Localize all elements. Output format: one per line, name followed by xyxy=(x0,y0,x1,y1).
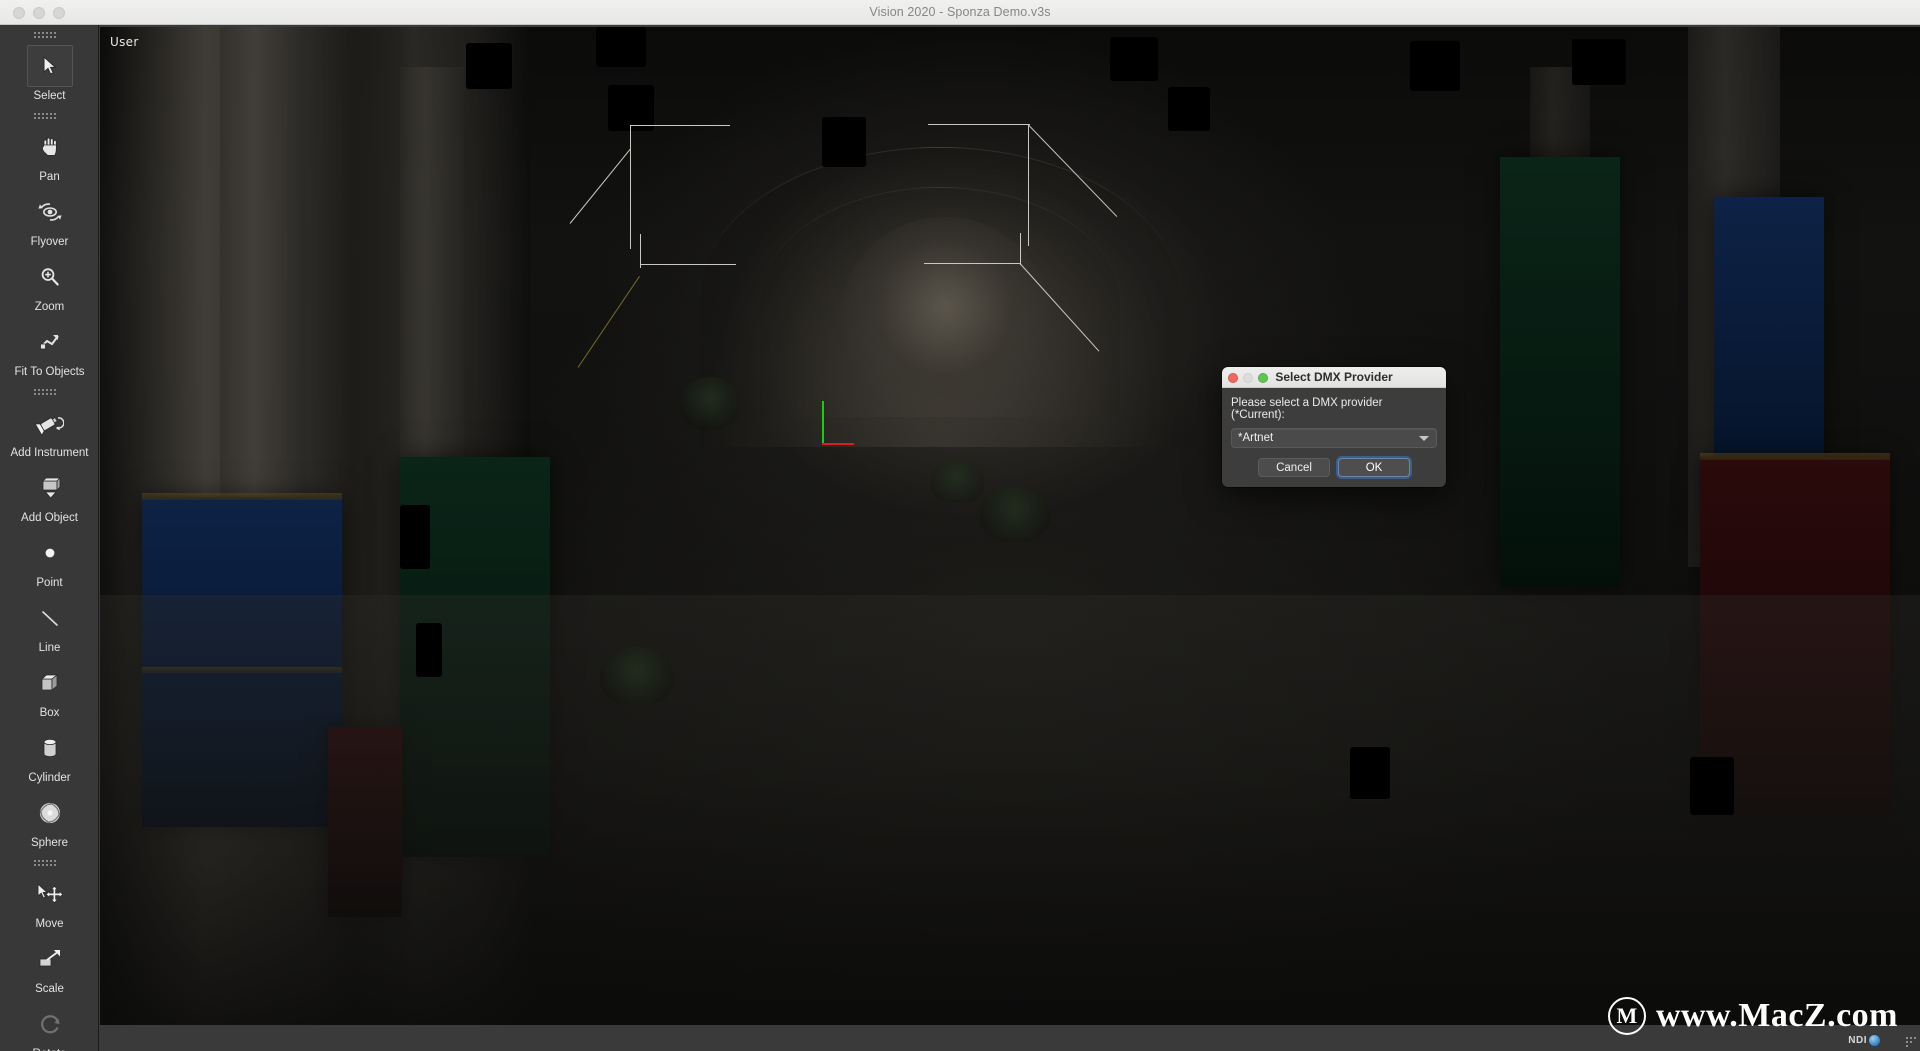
hand-icon xyxy=(27,126,73,168)
tool-label: Add Instrument xyxy=(10,447,89,459)
move-icon xyxy=(27,873,73,915)
tool-box[interactable]: Box xyxy=(0,660,98,725)
add-object-icon xyxy=(27,467,73,509)
scale-icon xyxy=(27,938,73,980)
tool-label: Fit To Objects xyxy=(14,366,85,378)
left-toolbar: Select Pan Flyover Zoom Fit To Objects A… xyxy=(0,25,99,1051)
dialog-body: Please select a DMX provider (*Current):… xyxy=(1222,388,1446,487)
tool-cylinder[interactable]: Cylinder xyxy=(0,725,98,790)
tool-label: Select xyxy=(33,90,66,102)
tool-line[interactable]: Line xyxy=(0,595,98,660)
tool-fit-to-objects[interactable]: Fit To Objects xyxy=(0,319,98,384)
ndi-badge: NDI xyxy=(1848,1035,1880,1046)
dialog-traffic-lights xyxy=(1228,367,1268,388)
dialog-title: Select DMX Provider xyxy=(1275,370,1393,384)
box-icon xyxy=(27,662,73,704)
tool-label: Sphere xyxy=(30,837,69,849)
tool-sphere[interactable]: Sphere xyxy=(0,790,98,855)
3d-viewport[interactable]: User xyxy=(100,27,1920,1025)
tool-label: Pan xyxy=(39,171,60,183)
viewport-label: User xyxy=(110,35,139,49)
window-traffic-lights xyxy=(13,0,65,25)
dialog-title-bar: Select DMX Provider xyxy=(1222,367,1446,388)
line-icon xyxy=(27,597,73,639)
globe-icon xyxy=(1869,1035,1880,1046)
status-bar xyxy=(100,1025,1920,1051)
drag-grip[interactable] xyxy=(34,860,64,869)
resize-grip[interactable] xyxy=(1900,1031,1916,1047)
tool-point[interactable]: Point xyxy=(0,530,98,595)
origin-axis-gizmo xyxy=(818,401,862,453)
tool-pan[interactable]: Pan xyxy=(0,124,98,189)
tool-label: Box xyxy=(39,707,60,719)
sphere-icon xyxy=(27,792,73,834)
tool-select[interactable]: Select xyxy=(0,43,98,108)
cylinder-icon xyxy=(27,727,73,769)
dmx-provider-select[interactable]: *Artnet xyxy=(1231,428,1437,448)
tool-add-object[interactable]: Add Object xyxy=(0,465,98,530)
tool-add-instrument[interactable]: Add Instrument xyxy=(0,400,98,465)
tool-label: Add Object xyxy=(21,512,78,524)
rotate-icon xyxy=(27,1003,73,1045)
tool-rotate[interactable]: Rotate xyxy=(0,1001,98,1051)
dialog-prompt: Please select a DMX provider (*Current): xyxy=(1231,397,1383,421)
drag-grip[interactable] xyxy=(34,113,64,122)
tool-label: Zoom xyxy=(34,301,65,313)
minimize-button[interactable] xyxy=(33,6,45,19)
tool-label: Point xyxy=(36,577,63,589)
tool-label: Line xyxy=(38,642,61,654)
tool-flyover[interactable]: Flyover xyxy=(0,189,98,254)
close-button[interactable] xyxy=(13,6,25,19)
ndi-label: NDI xyxy=(1848,1035,1867,1046)
tool-label: Flyover xyxy=(30,236,69,248)
fit-to-objects-icon xyxy=(27,321,73,363)
dmx-provider-value: *Artnet xyxy=(1238,432,1274,444)
dialog-zoom-button[interactable] xyxy=(1258,372,1268,383)
drag-grip[interactable] xyxy=(34,389,64,398)
tool-label: Move xyxy=(35,918,64,930)
sponza-scene-render xyxy=(100,27,1920,1025)
dialog-minimize-button xyxy=(1243,372,1253,383)
light-instrument-icon xyxy=(27,402,73,444)
orbit-icon xyxy=(27,191,73,233)
tool-label: Scale xyxy=(35,983,64,995)
tool-scale[interactable]: Scale xyxy=(0,936,98,1001)
tool-move[interactable]: Move xyxy=(0,871,98,936)
window-title: Vision 2020 - Sponza Demo.v3s xyxy=(869,5,1051,19)
ok-button[interactable]: OK xyxy=(1338,458,1410,477)
cancel-button[interactable]: Cancel xyxy=(1258,458,1330,477)
magnifier-plus-icon xyxy=(27,256,73,298)
dialog-close-button[interactable] xyxy=(1228,372,1238,383)
tool-zoom[interactable]: Zoom xyxy=(0,254,98,319)
window-title-bar: Vision 2020 - Sponza Demo.v3s xyxy=(0,0,1920,25)
tool-label: Cylinder xyxy=(28,772,71,784)
drag-grip[interactable] xyxy=(34,32,64,41)
select-dmx-provider-dialog[interactable]: Select DMX Provider Please select a DMX … xyxy=(1222,367,1446,487)
chevron-down-icon xyxy=(1419,436,1429,441)
zoom-button[interactable] xyxy=(53,6,65,19)
application-window: Vision 2020 - Sponza Demo.v3s Select Pan… xyxy=(0,0,1920,1051)
point-icon xyxy=(27,532,73,574)
arrow-cursor-icon xyxy=(26,45,73,87)
dialog-button-row: Cancel OK xyxy=(1231,458,1437,477)
